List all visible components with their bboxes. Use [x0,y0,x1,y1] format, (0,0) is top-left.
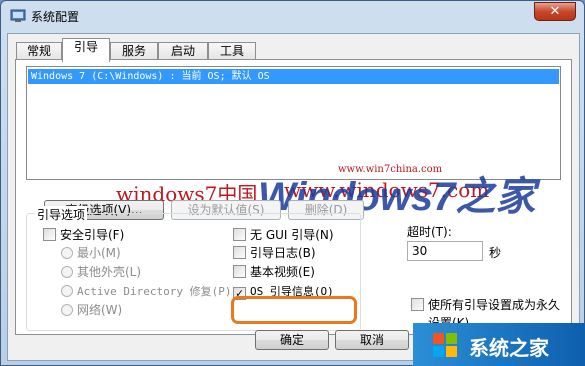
dialog-client: 常规 引导 服务 启动 工具 Windows 7 (C:\Windows) : … [7,33,580,361]
radio-circle [61,266,73,278]
timeout-input[interactable]: 30 [407,241,483,261]
boot-tab-panel: Windows 7 (C:\Windows) : 当前 OS; 默认 OS ww… [15,59,572,335]
tab-label: 引导 [73,40,98,54]
network-radio[interactable]: 网络(W) [61,303,122,318]
timeout-label: 超时(T): [407,225,452,239]
radio-circle [61,304,73,316]
windows-flag-icon [433,333,457,357]
radio-label: 其他外壳(L) [77,265,142,279]
timeout-unit: 秒 [489,246,502,260]
checkbox-label: 安全引导(F) [60,228,125,242]
radio-label: Active Directory 修复(P) [77,285,232,298]
minimal-radio[interactable]: 最小(M) [61,246,121,261]
title-bar[interactable]: 系统配置 ✕ [1,1,584,31]
checkbox-box [411,298,424,311]
boot-log-checkbox[interactable]: 引导日志(B) [233,246,316,261]
bottom-brand-text: 系统之家 [469,336,549,360]
checkbox-label: 基本视频(E) [250,265,315,279]
close-button[interactable]: ✕ [534,2,576,21]
boot-os-entry[interactable]: Windows 7 (C:\Windows) : 当前 OS; 默认 OS [28,69,559,84]
watermark-bottom-logo: 系统之家 [413,323,585,366]
radio-label: 网络(W) [77,303,123,317]
close-icon: ✕ [549,4,561,19]
cancel-button[interactable]: 取消 [335,330,409,350]
checkbox-label: 无 GUI 引导(N) [250,228,334,242]
tab-label: 工具 [219,44,244,58]
tab-label: 常规 [26,44,51,58]
checkbox-box [233,228,246,241]
checkbox-box [43,228,56,241]
active-directory-repair-radio[interactable]: Active Directory 修复(P) [61,284,231,299]
radio-circle [61,247,73,259]
checkbox-label: 使所有引导设置成为永久 [428,298,561,312]
tab-boot[interactable]: 引导 [62,38,110,62]
make-permanent-checkbox[interactable]: 使所有引导设置成为永久 [411,298,560,313]
radio-label: 最小(M) [77,246,121,260]
safe-boot-checkbox[interactable]: 安全引导(F) [43,228,124,243]
no-gui-boot-checkbox[interactable]: 无 GUI 引导(N) [233,228,334,243]
checkbox-box [233,246,246,259]
boot-options-legend: 引导选项 [35,206,88,223]
tab-label: 服务 [121,44,146,58]
tab-label: 启动 [170,44,195,58]
window-title: 系统配置 [31,10,80,24]
checkbox-label: 引导日志(B) [250,246,316,260]
boot-os-list[interactable]: Windows 7 (C:\Windows) : 当前 OS; 默认 OS [26,66,561,180]
system-config-window: 系统配置 ✕ 常规 引导 服务 启动 工具 Windows 7 (C:\Wind… [0,0,585,366]
ok-button[interactable]: 确定 [255,330,329,350]
base-video-checkbox[interactable]: 基本视频(E) [233,265,315,280]
system-config-icon [10,9,26,22]
checkbox-box [233,265,246,278]
highlight-ring [231,296,357,324]
radio-circle [61,285,73,297]
alternate-shell-radio[interactable]: 其他外壳(L) [61,265,141,280]
